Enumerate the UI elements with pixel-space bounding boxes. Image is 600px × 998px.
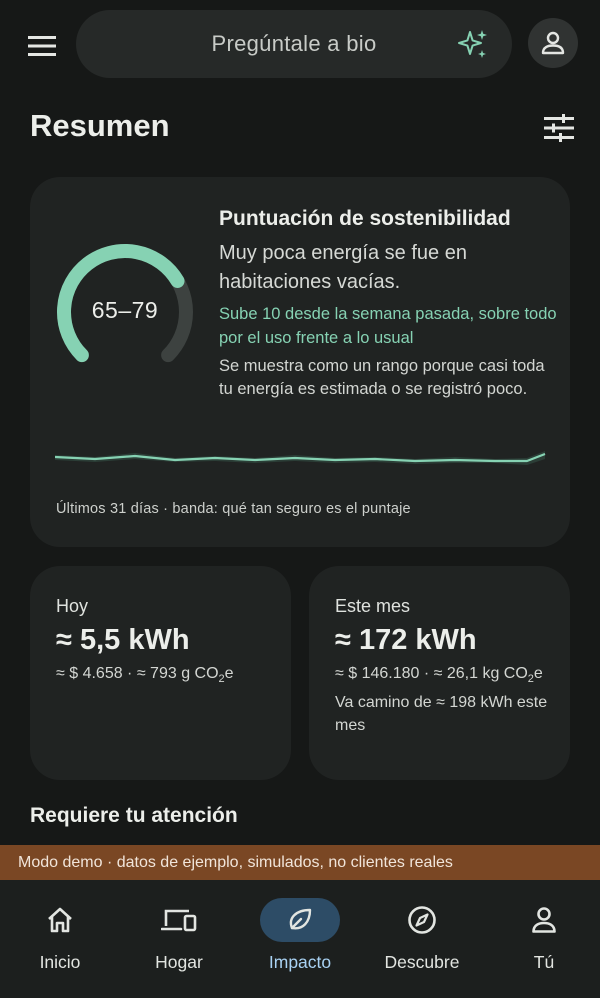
nav-label: Inicio [39,952,81,972]
account-avatar-button[interactable] [528,18,578,68]
top-app-bar: Pregúntale a bio [0,0,600,90]
tune-icon [544,114,574,142]
score-description: Muy poca energía se fue en habitaciones … [219,242,467,293]
devices-icon [161,909,197,932]
demo-mode-banner: Modo demo · datos de ejemplo, simulados,… [0,845,600,880]
nav-label: Hogar [155,952,203,972]
section-title-attention: Requiere tu atención [30,804,238,827]
today-energy-value: ≈ 5,5 kWh [56,624,190,656]
search-placeholder: Pregúntale a bio [211,31,377,56]
score-range-note: Se muestra como un rango porque casi tod… [219,357,545,398]
today-cost-emissions: ≈ $ 4.658 · ≈ 793 g CO2e [56,665,234,686]
sparkline-caption: Últimos 31 días · banda: qué tan seguro … [56,501,411,517]
person-icon [541,31,565,55]
ask-bio-search-bar[interactable]: Pregúntale a bio [76,10,512,78]
score-trend-sparkline [55,451,546,465]
today-usage-card[interactable]: Hoy ≈ 5,5 kWh ≈ $ 4.658 · ≈ 793 g CO2e [30,566,291,780]
score-title: Puntuación de sostenibilidad [219,207,511,230]
score-change-text: Sube 10 desde la semana pasada, sobre to… [219,305,557,347]
nav-item-inicio[interactable]: Inicio [0,880,120,998]
month-energy-value: ≈ 172 kWh [335,624,477,656]
month-projection: Va camino de ≈ 198 kWh este mes [335,694,548,735]
filter-button[interactable] [538,108,580,148]
nav-item-impacto[interactable]: Impacto [240,880,360,998]
month-label: Este mes [335,596,411,616]
sparkle-icon[interactable] [456,28,490,62]
home-icon [48,907,72,933]
compass-icon [408,906,436,934]
score-range-value: 65–79 [91,297,159,323]
nav-item-hogar[interactable]: Hogar [119,880,239,998]
nav-label: Impacto [268,952,332,972]
demo-banner-text: Modo demo · datos de ejemplo, simulados,… [18,853,453,871]
menu-button[interactable] [22,26,62,66]
nav-label: Descubre [384,952,460,972]
nav-label: Tú [533,952,555,972]
menu-icon [28,36,56,56]
month-cost-emissions: ≈ $ 146.180 · ≈ 26,1 kg CO2e Va camino de… [335,665,548,735]
person-icon [532,907,556,933]
month-usage-card[interactable]: Este mes ≈ 172 kWh ≈ $ 146.180 · ≈ 26,1 … [309,566,570,780]
sustainability-score-card[interactable]: 65–79 Puntuación de sostenibilidad Muy p… [30,177,570,547]
nav-item-tu[interactable]: Tú [484,880,600,998]
today-label: Hoy [56,596,89,616]
section-title-summary: Resumen [30,108,170,143]
nav-item-descubre[interactable]: Descubre [362,880,482,998]
leaf-icon [289,908,312,930]
bottom-navigation: Inicio Hogar Impacto Descubre Tú [0,880,600,998]
